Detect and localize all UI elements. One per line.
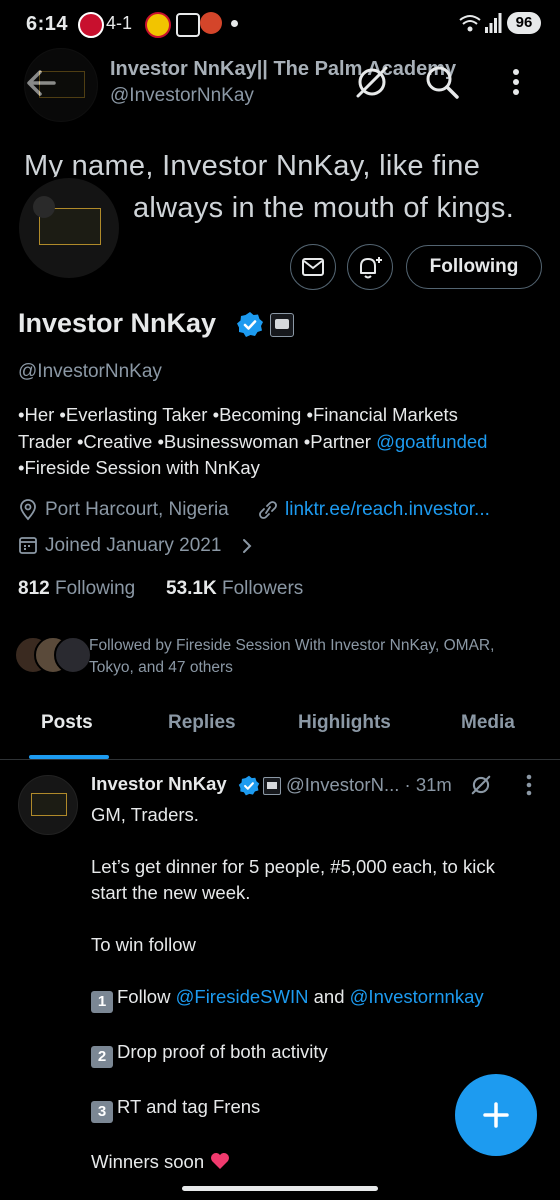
followed-by-avatars[interactable]	[14, 636, 92, 674]
status-time: 6:14	[26, 13, 69, 35]
profile-location: Port Harcourt, Nigeria	[45, 499, 229, 520]
signal-icon	[485, 13, 502, 33]
following-count: 812	[18, 578, 50, 599]
keycap-three-icon: 3	[91, 1101, 113, 1123]
post-text-line: Let’s get dinner for 5 people, #5,000 ea…	[91, 856, 495, 877]
app-notification-icon	[200, 12, 222, 34]
affiliate-badge-icon	[263, 777, 281, 795]
affiliate-badge-icon[interactable]	[270, 313, 294, 337]
post-step-1: 1 Follow @FiresideSWIN and @Investornnkay	[91, 984, 551, 1013]
post-author-handle[interactable]: @InvestorN...	[286, 774, 399, 795]
post-author-name[interactable]: Investor NnKay	[91, 773, 227, 794]
following-button[interactable]: Following	[406, 245, 542, 289]
chevron-right-icon[interactable]	[240, 537, 254, 555]
profile-avatar[interactable]	[16, 175, 122, 281]
heart-icon	[211, 1153, 230, 1169]
battery-indicator: 96	[507, 12, 541, 34]
verified-badge-icon	[238, 775, 260, 796]
post-text: RT and tag Frens	[117, 1096, 261, 1117]
bio-line: Trader •Creative •Businesswoman •Partner…	[18, 429, 548, 456]
tab-replies[interactable]: Replies	[168, 712, 236, 734]
calendar-icon	[19, 537, 37, 554]
tab-posts[interactable]: Posts	[41, 712, 93, 734]
tab-media[interactable]: Media	[461, 712, 515, 734]
keycap-two-icon: 2	[91, 1046, 113, 1068]
more-vertical-icon	[513, 69, 519, 95]
team-badge-icon	[78, 12, 104, 38]
profile-name: Investor NnKay	[18, 308, 217, 338]
post-text: Drop proof of both activity	[117, 1041, 328, 1062]
post-text: and	[308, 986, 350, 1007]
post-more-icon[interactable]	[521, 772, 537, 798]
grok-icon[interactable]	[468, 772, 494, 798]
post-text: Follow	[117, 986, 176, 1007]
header-handle: @InvestorNnKay	[110, 85, 254, 106]
tabs-divider	[0, 759, 560, 760]
post-text-line: GM, Traders.	[91, 804, 199, 825]
search-icon	[426, 66, 459, 99]
followed-by-line: Tokyo, and 47 others	[89, 659, 233, 676]
message-button[interactable]	[290, 244, 336, 290]
link-icon	[259, 501, 277, 519]
bio-mention-link[interactable]: @goatfunded	[376, 431, 487, 452]
post-author-avatar[interactable]	[18, 775, 78, 835]
home-gesture-bar[interactable]	[182, 1186, 378, 1191]
match-score: 4-1	[106, 13, 133, 33]
post-step-2: 2 Drop proof of both activity	[91, 1039, 551, 1068]
followers-count-label: Followers	[221, 578, 304, 599]
screenshot-icon	[176, 13, 200, 37]
post-text-line: start the new week.	[91, 882, 251, 903]
followed-by-line: Followed by Fireside Session With Invest…	[89, 637, 495, 654]
post-text: Winners soon	[91, 1151, 205, 1172]
mention-link[interactable]: @Investornnkay	[350, 986, 484, 1007]
post-header: Investor NnKay	[91, 773, 227, 795]
compose-post-button[interactable]	[455, 1074, 537, 1156]
followers-count: 53.1K	[166, 578, 217, 599]
search-button[interactable]	[420, 60, 464, 109]
plus-icon	[483, 1102, 509, 1128]
notifications-button[interactable]	[347, 244, 393, 290]
followed-by-text[interactable]: Followed by Fireside Session With Invest…	[89, 635, 549, 679]
followers-count-link[interactable]: 53.1K Followers	[166, 578, 303, 600]
post-meta: @InvestorN... · 31m	[286, 774, 452, 796]
header-avatar	[24, 48, 98, 122]
profile-joined-date[interactable]: Joined January 2021	[45, 535, 221, 557]
profile-website-link[interactable]: linktr.ee/reach.investor...	[285, 499, 490, 521]
profile-handle: @InvestorNnKay	[18, 361, 162, 382]
team-badge-icon	[145, 12, 171, 38]
wifi-icon	[459, 15, 481, 32]
post-time[interactable]: · 31m	[405, 774, 452, 795]
grok-icon	[356, 66, 388, 98]
verified-badge-icon	[237, 312, 263, 337]
more-notifications-dot-icon	[231, 20, 238, 27]
bio-line: •Her •Everlasting Taker •Becoming •Finan…	[18, 404, 458, 425]
following-count-link[interactable]: 812 Following	[18, 578, 135, 600]
more-options-button[interactable]	[496, 60, 536, 109]
keycap-one-icon: 1	[91, 991, 113, 1013]
bio-line: •Fireside Session with NnKay	[18, 457, 260, 478]
location-pin-icon	[20, 499, 36, 521]
profile-header: Investor NnKay|| The Palm Academy @Inves…	[0, 40, 560, 150]
following-count-label: Following	[54, 578, 136, 599]
banner-text-line1: My name, Investor NnKay, like fine	[24, 150, 481, 182]
post-text-line: To win follow	[91, 934, 196, 955]
grok-button[interactable]	[350, 60, 394, 109]
profile-bio: •Her •Everlasting Taker •Becoming •Finan…	[18, 402, 548, 482]
mention-link[interactable]: @FiresideSWIN	[176, 986, 309, 1007]
banner-text-line2: always in the mouth of kings.	[133, 192, 515, 224]
follower-avatar	[54, 636, 92, 674]
tab-highlights[interactable]: Highlights	[298, 712, 391, 734]
mail-icon	[302, 258, 324, 276]
bio-text: Trader •Creative •Businesswoman •Partner	[18, 430, 377, 452]
bell-plus-icon	[360, 257, 382, 279]
